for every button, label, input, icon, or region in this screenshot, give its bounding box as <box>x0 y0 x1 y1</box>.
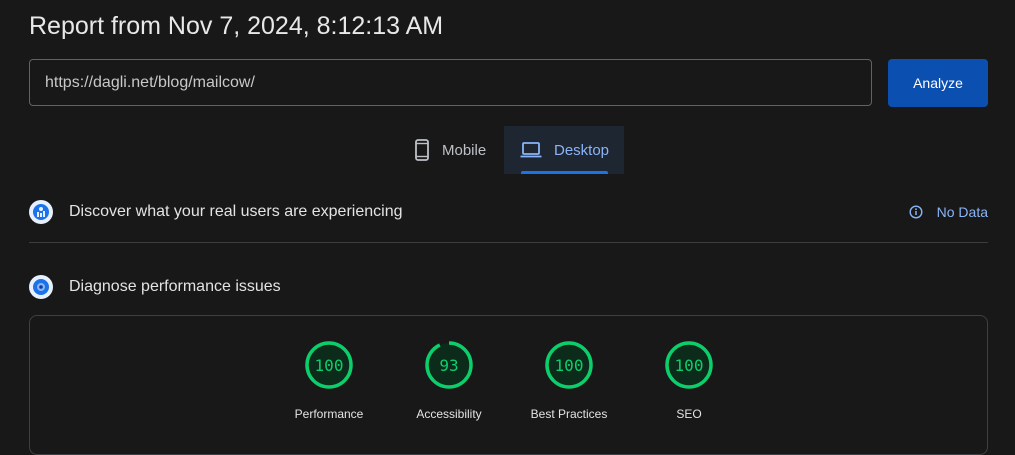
section-divider <box>29 242 988 243</box>
score-value: 100 <box>554 355 584 375</box>
tab-desktop[interactable]: Desktop <box>504 126 624 174</box>
score-ring: 100 <box>664 340 714 390</box>
smartphone-icon <box>414 139 430 161</box>
url-input[interactable] <box>30 60 871 105</box>
crux-users-icon <box>29 200 53 224</box>
report-title: Report from Nov 7, 2024, 8:12:13 AM <box>29 12 444 40</box>
score-value: 93 <box>439 355 459 375</box>
score-label: Performance <box>294 407 364 421</box>
score-value: 100 <box>674 355 704 375</box>
score-label: Best Practices <box>530 407 608 421</box>
url-field[interactable] <box>29 59 872 106</box>
lab-data-section: Diagnose performance issues <box>29 275 988 299</box>
device-tabs: Mobile Desktop <box>398 126 624 174</box>
no-data-label: No Data <box>936 204 988 220</box>
lighthouse-diagnose-icon <box>29 275 53 299</box>
score-label: SEO <box>676 407 702 421</box>
tab-mobile[interactable]: Mobile <box>398 126 504 174</box>
score-label: Accessibility <box>416 407 482 421</box>
gauge-accessibility[interactable]: 93 Accessibility <box>394 340 504 421</box>
analyze-button[interactable]: Analyze <box>888 59 988 107</box>
field-data-section: Discover what your real users are experi… <box>29 200 988 224</box>
lab-data-title: Diagnose performance issues <box>69 278 281 295</box>
score-ring: 100 <box>544 340 594 390</box>
gauge-best-practices[interactable]: 100 Best Practices <box>514 340 624 421</box>
scores-card <box>29 315 988 455</box>
no-data-status[interactable]: No Data <box>909 204 988 220</box>
gauge-seo[interactable]: 100 SEO <box>634 340 744 421</box>
score-ring: 93 <box>424 340 474 390</box>
gauge-performance[interactable]: 100 Performance <box>274 340 384 421</box>
score-ring: 100 <box>304 340 354 390</box>
tab-desktop-label: Desktop <box>554 141 610 159</box>
info-icon <box>909 205 923 219</box>
field-data-title: Discover what your real users are experi… <box>69 203 403 220</box>
tab-active-indicator <box>521 171 608 174</box>
tab-mobile-label: Mobile <box>442 141 487 159</box>
laptop-icon <box>520 142 542 158</box>
score-value: 100 <box>314 355 344 375</box>
